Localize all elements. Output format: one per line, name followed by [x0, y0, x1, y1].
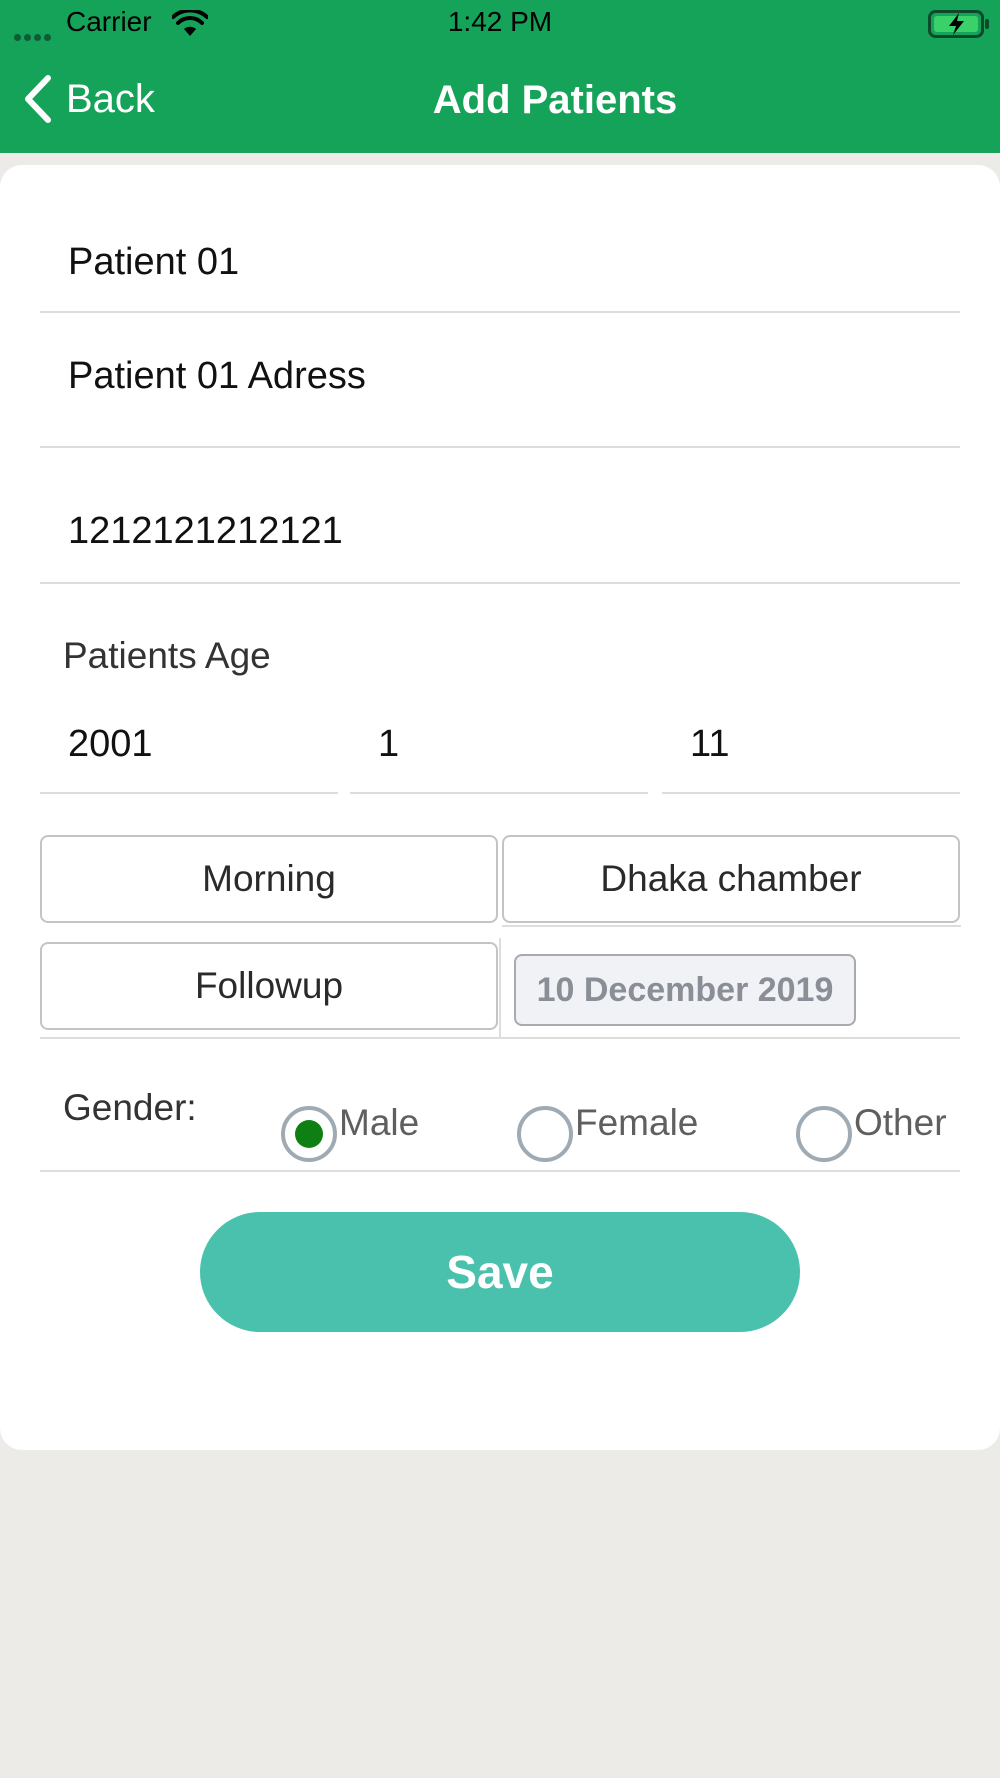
- patient-address-value: Patient 01 Adress: [68, 355, 366, 397]
- page-title: Add Patients: [432, 78, 678, 122]
- divider: [960, 925, 961, 927]
- row-divider: [40, 1037, 960, 1039]
- radio-unselected-icon: [517, 1106, 573, 1162]
- shift-button[interactable]: Morning: [40, 835, 498, 923]
- gender-option-male[interactable]: Male: [281, 1084, 419, 1162]
- patient-phone-value: 1212121212121: [68, 510, 343, 552]
- age-month-underline: [350, 792, 648, 794]
- age-month-value: 1: [378, 723, 400, 765]
- row-divider: [502, 925, 960, 927]
- gender-option-label: Female: [575, 1102, 699, 1143]
- header-bar: Carrier 1:42 PM Back Add Patients: [0, 0, 1000, 153]
- patient-name-field[interactable]: Patient 01: [40, 200, 960, 313]
- date-picker-button[interactable]: 10 December 2019: [514, 954, 856, 1026]
- cell-divider: [499, 938, 501, 1038]
- gender-option-label: Male: [339, 1102, 420, 1143]
- gender-option-label: Other: [854, 1102, 947, 1143]
- gender-label: Gender:: [63, 1087, 197, 1128]
- age-section-label: Patients Age: [63, 635, 271, 676]
- radio-selected-icon: [281, 1106, 337, 1162]
- age-year-value: 2001: [68, 723, 153, 765]
- radio-unselected-icon: [796, 1106, 852, 1162]
- chamber-button[interactable]: Dhaka chamber: [502, 835, 960, 923]
- age-year-underline: [40, 792, 338, 794]
- battery-charging-icon: [928, 10, 989, 38]
- age-day-underline: [662, 792, 960, 794]
- patient-phone-field[interactable]: 1212121212121: [40, 448, 960, 584]
- age-day-value: 11: [690, 723, 730, 765]
- row-divider: [40, 1170, 960, 1172]
- patient-name-value: Patient 01: [68, 241, 240, 283]
- status-time: 1:42 PM: [447, 6, 553, 37]
- visit-type-button[interactable]: Followup: [40, 942, 498, 1030]
- save-button[interactable]: Save: [200, 1212, 800, 1332]
- patient-address-field[interactable]: Patient 01 Adress: [40, 313, 960, 448]
- gender-option-other[interactable]: Other: [796, 1084, 947, 1162]
- gender-option-female[interactable]: Female: [517, 1084, 698, 1162]
- status-bar: Carrier 1:42 PM: [0, 0, 1000, 46]
